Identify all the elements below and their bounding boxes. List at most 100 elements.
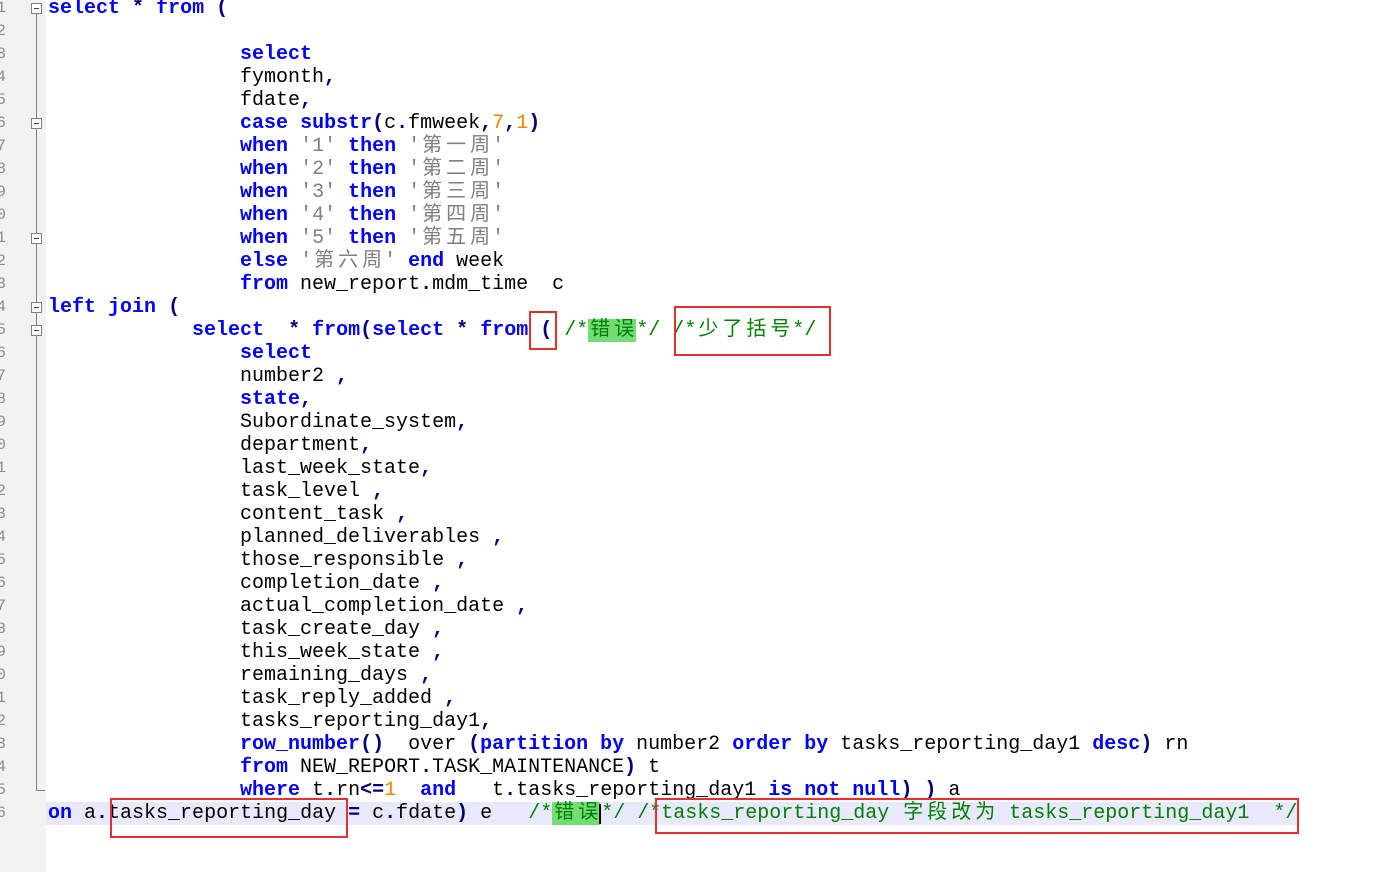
code-line[interactable]: select * from(select * from ( /* 错误 */ /* 少… [46, 319, 1300, 342]
gutter-row: 31 [0, 687, 46, 710]
line-number[interactable]: 30 [0, 664, 6, 687]
line-number[interactable]: 25 [0, 549, 6, 572]
code-line[interactable]: remaining_days , [46, 664, 1300, 687]
fold-margin [31, 20, 43, 43]
line-number[interactable]: 19 [0, 411, 6, 434]
line-number[interactable]: 32 [0, 710, 6, 733]
line-number[interactable]: 15 [0, 319, 6, 342]
code-line[interactable]: content_task , [46, 503, 1300, 526]
code-line[interactable]: department, [46, 434, 1300, 457]
sql-operator: , [300, 388, 313, 411]
code-line[interactable]: task_create_day , [46, 618, 1300, 641]
fold-collapse-icon[interactable] [31, 233, 42, 244]
line-number[interactable]: 31 [0, 687, 6, 710]
line-number[interactable]: 34 [0, 756, 6, 779]
code-line[interactable]: else ' 第六周 ' end week [46, 250, 1300, 273]
code-line[interactable]: this_week_state , [46, 641, 1300, 664]
line-number[interactable]: 23 [0, 503, 6, 526]
line-number[interactable]: 8 [0, 158, 6, 181]
line-number[interactable]: 7 [0, 135, 6, 158]
code-line[interactable]: last_week_state, [46, 457, 1300, 480]
sql-text: week [444, 250, 505, 273]
sql-text: planned_deliverables [48, 526, 493, 549]
code-line[interactable]: select * from ( [46, 0, 1300, 20]
sql-text: tasks_reporting_day1 [828, 733, 1093, 756]
line-number[interactable]: 29 [0, 641, 6, 664]
fold-collapse-icon[interactable] [31, 302, 42, 313]
line-number[interactable]: 11 [0, 227, 6, 250]
line-number[interactable]: 24 [0, 526, 6, 549]
code-line[interactable]: row_number() over (partition by number2 … [46, 733, 1300, 756]
sql-keyword: partition [480, 733, 589, 756]
code-line[interactable]: case substr(c.fmweek,7,1) [46, 112, 1300, 135]
code-line[interactable]: state, [46, 388, 1300, 411]
gutter-row: 14 [0, 296, 46, 319]
line-number[interactable]: 10 [0, 204, 6, 227]
sql-keyword: then [348, 135, 397, 158]
code-line[interactable] [46, 20, 1300, 43]
line-number[interactable]: 20 [0, 434, 6, 457]
code-line[interactable]: task_reply_added , [46, 687, 1300, 710]
line-number[interactable]: 12 [0, 250, 6, 273]
line-number[interactable]: 21 [0, 457, 6, 480]
code-line[interactable]: fdate, [46, 89, 1300, 112]
line-number[interactable]: 22 [0, 480, 6, 503]
code-line[interactable]: when '5' then ' 第五周 ' [46, 227, 1300, 250]
line-number[interactable]: 35 [0, 779, 6, 802]
line-number[interactable]: 9 [0, 181, 6, 204]
line-number[interactable]: 1 [0, 0, 6, 20]
line-number[interactable]: 6 [0, 112, 6, 135]
cjk-glyph: 改 [951, 802, 972, 825]
code-line[interactable]: number2 , [46, 365, 1300, 388]
code-line[interactable]: when '2' then ' 第二周 ' [46, 158, 1300, 181]
line-number[interactable]: 17 [0, 365, 6, 388]
sql-keyword: on [48, 802, 73, 825]
line-number[interactable]: 4 [0, 66, 6, 89]
code-line[interactable]: task_level , [46, 480, 1300, 503]
line-number[interactable]: 3 [0, 43, 6, 66]
cjk-glyph: 了 [722, 319, 743, 342]
fold-collapse-icon[interactable] [31, 325, 42, 336]
line-number[interactable]: 33 [0, 733, 6, 756]
sql-keyword: where [240, 779, 301, 802]
fold-collapse-icon[interactable] [31, 3, 42, 14]
code-line[interactable]: select [46, 342, 1300, 365]
code-line[interactable]: planned_deliverables , [46, 526, 1300, 549]
line-number[interactable]: 5 [0, 89, 6, 112]
code-line[interactable]: Subordinate_system, [46, 411, 1300, 434]
line-number[interactable]: 2 [0, 20, 6, 43]
line-number[interactable]: 13 [0, 273, 6, 296]
code-line[interactable]: when '4' then ' 第四周 ' [46, 204, 1300, 227]
code-line[interactable]: tasks_reporting_day1, [46, 710, 1300, 733]
line-number[interactable]: 26 [0, 572, 6, 595]
gutter-row: 32 [0, 710, 46, 733]
code-line[interactable]: when '1' then ' 第一周 ' [46, 135, 1300, 158]
sql-text: remaining_days [48, 664, 421, 687]
code-editor[interactable]: select * from ( select fymonth, fdate, c… [46, 0, 1300, 825]
line-number[interactable]: 16 [0, 342, 6, 365]
line-number[interactable]: 27 [0, 595, 6, 618]
code-line[interactable]: from NEW_REPORT.TASK_MAINTENANCE) t [46, 756, 1300, 779]
sql-text: department [48, 434, 361, 457]
cjk-glyph: 第 [422, 181, 443, 204]
code-line[interactable]: completion_date , [46, 572, 1300, 595]
code-line[interactable]: actual_completion_date , [46, 595, 1300, 618]
line-number[interactable]: 14 [0, 296, 6, 319]
line-number[interactable]: 18 [0, 388, 6, 411]
sql-comment: */ [636, 319, 661, 342]
code-line[interactable]: those_responsible , [46, 549, 1300, 572]
line-number[interactable]: 28 [0, 618, 6, 641]
code-line[interactable]: on a.tasks_reporting_day = c.fdate) e /*… [46, 802, 1300, 825]
code-line[interactable]: from new_report.mdm_time c [46, 273, 1300, 296]
code-line[interactable]: when '3' then ' 第三周 ' [46, 181, 1300, 204]
code-line[interactable]: left join ( [46, 296, 1300, 319]
sql-operator: () [360, 733, 385, 756]
fold-collapse-icon[interactable] [31, 118, 42, 129]
line-number[interactable]: 36 [0, 802, 6, 825]
code-line[interactable]: fymonth, [46, 66, 1300, 89]
code-line[interactable]: select [46, 43, 1300, 66]
code-line[interactable]: where t.rn<=1 and t.tasks_reporting_day1… [46, 779, 1300, 802]
sql-keyword: not [804, 779, 841, 802]
